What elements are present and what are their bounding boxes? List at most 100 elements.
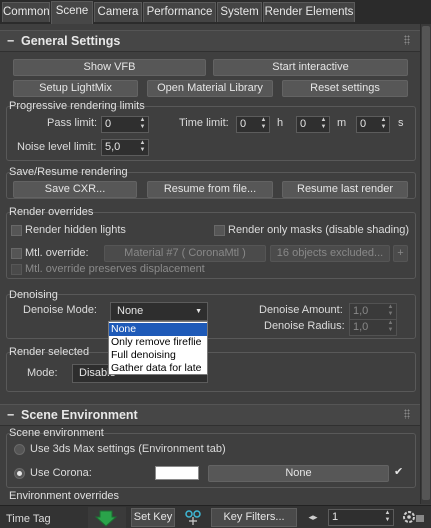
minutes-unit-label: m [337, 117, 347, 129]
chevron-down-icon[interactable]: ▼ [195, 303, 202, 320]
pass-limit-label: Pass limit: [47, 117, 98, 129]
denoise-amount-spinner[interactable]: 1,0 ▲ ▼ [349, 303, 397, 320]
use-3dsmax-label: Use 3ds Max settings (Environment tab) [30, 443, 226, 455]
drag-grip-icon[interactable] [404, 35, 410, 45]
collapse-icon[interactable]: − [7, 31, 14, 52]
frame-step-icon[interactable]: ◂▸ [304, 510, 322, 525]
key-filters-button[interactable]: Key Filters... [211, 508, 297, 527]
preserve-displacement-checkbox[interactable] [11, 264, 22, 275]
rollout-general-settings[interactable]: − General Settings [0, 30, 420, 52]
spinner-arrows-icon[interactable]: ▲ ▼ [139, 117, 146, 131]
denoise-mode-select[interactable]: None ▼ [110, 302, 208, 321]
use-corona-label: Use Corona: [30, 467, 92, 479]
tab-system[interactable]: System [217, 2, 262, 22]
minutes-spinner[interactable]: 0 ▲ ▼ [296, 116, 330, 133]
hours-value: 0 [240, 118, 247, 130]
pass-limit-spinner[interactable]: 0 ▲ ▼ [101, 116, 149, 133]
current-frame-spinner[interactable]: 1 ▲ ▼ [328, 509, 394, 526]
checkmark-icon[interactable]: ✔ [394, 466, 406, 479]
seconds-unit-label: s [398, 117, 404, 129]
use-corona-radio[interactable] [14, 468, 25, 479]
show-vfb-button[interactable]: Show VFB [13, 59, 206, 76]
render-hidden-lights-label: Render hidden lights [25, 224, 126, 236]
scrollbar-thumb[interactable] [422, 26, 430, 500]
minutes-value: 0 [300, 118, 307, 130]
start-interactive-button[interactable]: Start interactive [213, 59, 408, 76]
rollout-title: Scene Environment [21, 408, 138, 422]
dropdown-option-remove-fireflies[interactable]: Only remove fireflie [109, 336, 207, 349]
animation-controls-bar: Time Tag Set Key Key Filters... ◂▸ 1 ▲ ▼ [0, 505, 431, 528]
spinner-arrows-icon[interactable]: ▲ ▼ [320, 117, 327, 131]
preserve-displacement-label: Mtl. override preserves displacement [25, 263, 205, 275]
group-title-progressive: Progressive rendering limits [9, 100, 145, 112]
auto-key-icon[interactable] [88, 507, 126, 528]
dropdown-option-full-denoising[interactable]: Full denoising [109, 349, 207, 362]
noise-level-spinner[interactable]: 5,0 ▲ ▼ [101, 139, 149, 156]
noise-level-value: 5,0 [105, 141, 121, 153]
rollout-title: General Settings [21, 34, 121, 48]
group-title-render-selected: Render selected [9, 346, 90, 358]
denoise-radius-label: Denoise Radius: [264, 320, 345, 332]
current-frame-value: 1 [332, 511, 339, 523]
group-title-render-overrides: Render overrides [9, 206, 94, 218]
tab-camera[interactable]: Camera [94, 2, 142, 22]
environment-map-button[interactable]: None [208, 465, 389, 482]
resume-last-render-button[interactable]: Resume last render [282, 181, 408, 198]
time-configuration-icon[interactable] [401, 509, 427, 526]
denoise-amount-value: 1,0 [353, 305, 369, 317]
open-material-library-button[interactable]: Open Material Library [147, 80, 273, 97]
tab-scene[interactable]: Scene [51, 1, 93, 24]
render-hidden-lights-checkbox[interactable] [11, 225, 22, 236]
tab-performance[interactable]: Performance [143, 2, 216, 22]
add-exclusion-button[interactable]: + [393, 245, 408, 262]
set-key-button[interactable]: Set Key [131, 508, 175, 527]
denoise-amount-label: Denoise Amount: [259, 304, 343, 316]
group-title-save-resume: Save/Resume rendering [9, 166, 128, 178]
group-title-scene-environment: Scene environment [9, 427, 104, 439]
dropdown-option-gather-data[interactable]: Gather data for late [109, 362, 207, 374]
rollout-scene-environment[interactable]: − Scene Environment [0, 404, 420, 426]
reset-settings-button[interactable]: Reset settings [282, 80, 408, 97]
spinner-arrows-icon[interactable]: ▲ ▼ [380, 117, 387, 131]
tab-common[interactable]: Common [2, 2, 50, 22]
hours-unit-label: h [277, 117, 284, 129]
save-cxr-button[interactable]: Save CXR... [13, 181, 137, 198]
hours-spinner[interactable]: 0 ▲ ▼ [236, 116, 270, 133]
denoise-radius-value: 1,0 [353, 321, 369, 333]
key-mode-icon[interactable] [181, 508, 205, 527]
denoise-mode-value: None [117, 305, 144, 317]
seconds-value: 0 [360, 118, 367, 130]
spinner-arrows-icon[interactable]: ▲ ▼ [139, 140, 146, 154]
setup-lightmix-button[interactable]: Setup LightMix [13, 80, 138, 97]
excluded-objects-button[interactable]: 16 objects excluded... [270, 245, 390, 262]
mtl-override-label: Mtl. override: [25, 247, 89, 259]
tab-bar: Common Scene Camera Performance System R… [0, 0, 431, 24]
denoise-radius-spinner[interactable]: 1,0 ▲ ▼ [349, 319, 397, 336]
spinner-arrows-icon[interactable]: ▲ ▼ [387, 320, 394, 334]
denoise-mode-label: Denoise Mode: [23, 304, 97, 316]
noise-level-label: Noise level limit: [17, 141, 97, 153]
override-material-button[interactable]: Material #7 ( CoronaMtl ) [104, 245, 266, 262]
collapse-icon[interactable]: − [7, 405, 14, 426]
tab-render-elements[interactable]: Render Elements [263, 2, 355, 22]
use-3dsmax-radio[interactable] [14, 444, 25, 455]
render-selected-mode-label: Mode: [27, 367, 58, 379]
denoise-mode-dropdown-list: None Only remove fireflie Full denoising… [108, 321, 208, 375]
spinner-arrows-icon[interactable]: ▲ ▼ [260, 117, 267, 131]
render-only-masks-label: Render only masks (disable shading) [228, 224, 409, 236]
spinner-arrows-icon[interactable]: ▲ ▼ [384, 510, 391, 524]
render-only-masks-checkbox[interactable] [214, 225, 225, 236]
mtl-override-checkbox[interactable] [11, 248, 22, 259]
seconds-spinner[interactable]: 0 ▲ ▼ [356, 116, 390, 133]
dropdown-option-none[interactable]: None [109, 323, 207, 336]
time-limit-label: Time limit: [179, 117, 229, 129]
group-render-selected [6, 352, 416, 392]
pass-limit-value: 0 [105, 118, 112, 130]
resume-from-file-button[interactable]: Resume from file... [147, 181, 273, 198]
environment-color-swatch[interactable] [155, 466, 199, 480]
group-title-environment-overrides: Environment overrides [9, 490, 120, 502]
time-tag-label[interactable]: Time Tag [6, 513, 51, 525]
spinner-arrows-icon[interactable]: ▲ ▼ [387, 304, 394, 318]
group-title-denoising: Denoising [9, 289, 58, 301]
drag-grip-icon[interactable] [404, 409, 410, 419]
